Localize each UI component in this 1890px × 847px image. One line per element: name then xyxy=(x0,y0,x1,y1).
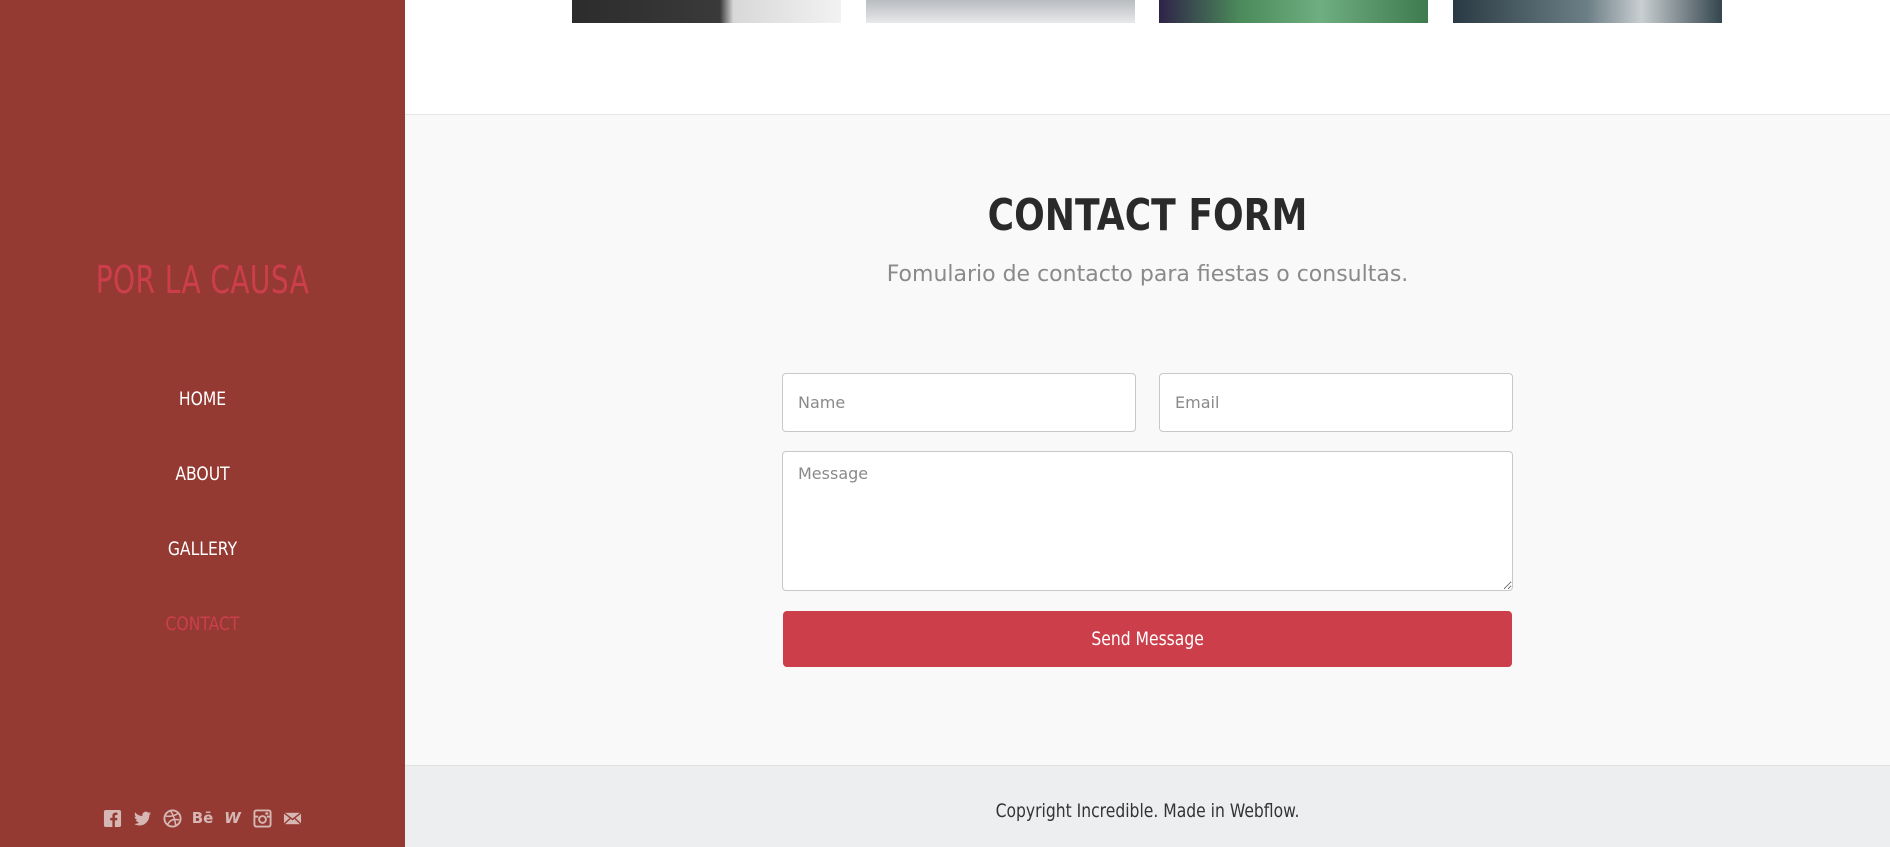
gallery-strip xyxy=(405,0,1890,115)
gallery-thumb-1[interactable] xyxy=(572,0,841,23)
message-textarea[interactable] xyxy=(782,451,1513,591)
send-message-label: Send Message xyxy=(1091,628,1204,650)
twitter-icon[interactable] xyxy=(133,808,153,828)
nav-about[interactable]: ABOUT xyxy=(36,455,368,530)
footer-copyright: Copyright Incredible. Made in Webflow. xyxy=(995,800,1300,822)
nav-home[interactable]: HOME xyxy=(36,380,368,455)
name-input[interactable] xyxy=(782,373,1136,432)
email-icon[interactable] xyxy=(283,808,303,828)
instagram-icon[interactable] xyxy=(253,808,273,828)
dribbble-icon[interactable] xyxy=(163,808,183,828)
contact-section: CONTACT FORM Fomulario de contacto para … xyxy=(405,115,1890,765)
sidebar-nav: HOME ABOUT GALLERY CONTACT xyxy=(0,380,405,680)
webflow-icon[interactable]: W xyxy=(223,808,243,828)
main-content: CONTACT FORM Fomulario de contacto para … xyxy=(405,0,1890,847)
send-message-button[interactable]: Send Message xyxy=(783,611,1512,667)
nav-gallery[interactable]: GALLERY xyxy=(36,530,368,605)
gallery-thumb-3[interactable] xyxy=(1159,0,1428,23)
behance-icon[interactable]: Bē xyxy=(192,808,214,828)
contact-title: CONTACT FORM xyxy=(987,190,1308,241)
social-links: Bē W xyxy=(0,808,405,828)
email-input[interactable] xyxy=(1159,373,1513,432)
nav-contact[interactable]: CONTACT xyxy=(36,605,368,680)
footer: Copyright Incredible. Made in Webflow. xyxy=(405,765,1890,847)
sidebar: POR LA CAUSA HOME ABOUT GALLERY CONTACT … xyxy=(0,0,405,847)
gallery-thumb-4[interactable] xyxy=(1453,0,1722,23)
gallery-thumb-2[interactable] xyxy=(866,0,1135,23)
contact-subtitle: Fomulario de contacto para fiestas o con… xyxy=(886,262,1409,287)
facebook-icon[interactable] xyxy=(103,808,123,828)
brand-logo[interactable]: POR LA CAUSA xyxy=(36,258,368,302)
